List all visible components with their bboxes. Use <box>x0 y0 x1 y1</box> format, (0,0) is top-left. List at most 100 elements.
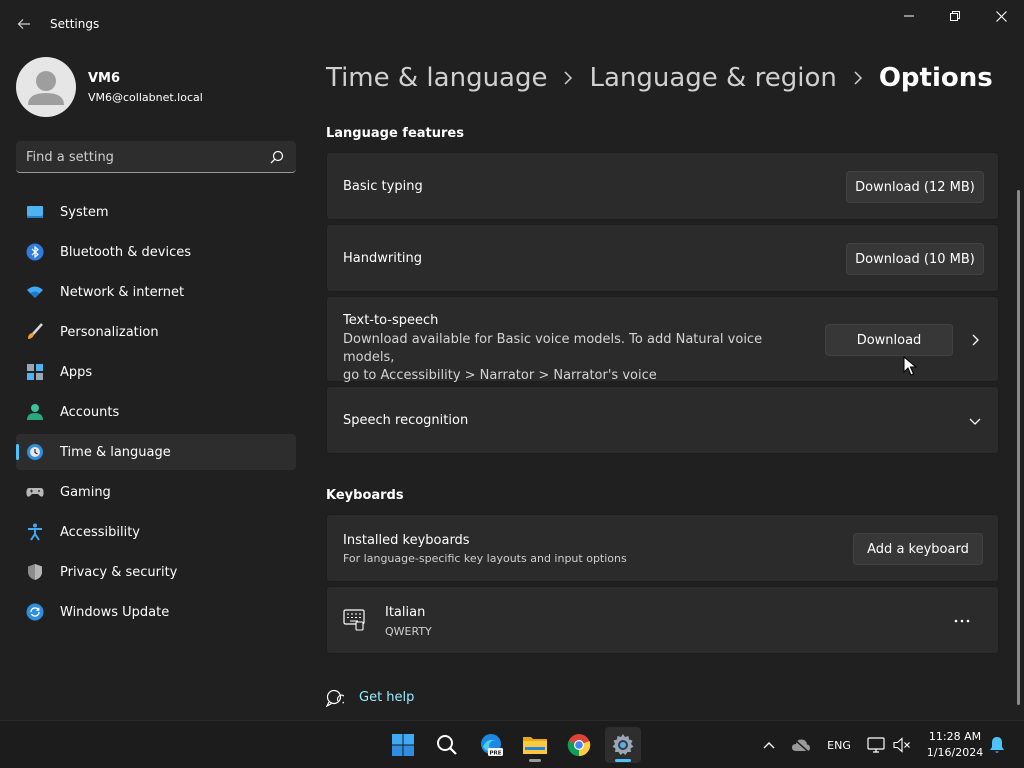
sidebar-item-label: Network & internet <box>60 284 185 300</box>
start-button[interactable] <box>385 727 421 763</box>
sidebar-item-system[interactable]: System <box>16 194 296 230</box>
search-icon[interactable] <box>270 150 284 164</box>
folder-icon <box>523 737 547 754</box>
minimize-button[interactable] <box>886 0 932 32</box>
more-options-icon <box>954 619 970 623</box>
show-hidden-icons-button[interactable] <box>758 721 780 768</box>
sidebar-item-apps[interactable]: Apps <box>16 354 296 390</box>
chrome-button[interactable] <box>561 727 597 763</box>
update-icon <box>26 603 44 621</box>
profile-name: VM6 <box>88 71 121 86</box>
sidebar-item-label: System <box>60 204 109 220</box>
sidebar-item-label: Accounts <box>60 404 120 420</box>
volume-button[interactable] <box>890 721 914 768</box>
breadcrumb-item-language-region[interactable]: Language & region <box>589 63 836 93</box>
installed-keyboards-card: Installed keyboards For language-specifi… <box>326 514 999 582</box>
sidebar-item-accounts[interactable]: Accounts <box>16 394 296 430</box>
chevron-down-icon[interactable] <box>967 413 983 429</box>
sidebar-item-windows-update[interactable]: Windows Update <box>16 594 296 630</box>
shield-icon <box>28 564 42 580</box>
basic-typing-download-button[interactable]: Download (12 MB) <box>846 171 984 203</box>
bluetooth-icon <box>26 243 44 261</box>
chevron-right-icon <box>563 71 573 85</box>
file-explorer-button[interactable] <box>517 727 553 763</box>
taskbar-search-button[interactable] <box>429 727 465 763</box>
clock[interactable]: 11:28 AM 1/16/2024 <box>918 729 992 761</box>
search-input[interactable] <box>26 147 266 167</box>
title-bar: Settings <box>0 0 1024 48</box>
text-to-speech-description-line: go to Accessibility > Narrator > Narrato… <box>343 368 657 383</box>
back-button[interactable] <box>10 12 38 36</box>
text-to-speech-description: Download available for Basic voice model… <box>343 331 813 385</box>
volume-muted-icon <box>893 737 910 753</box>
chevron-up-icon <box>763 742 775 749</box>
restore-button[interactable] <box>932 0 978 32</box>
apps-icon <box>27 364 43 380</box>
gear-icon <box>612 734 634 755</box>
keyboard-more-button[interactable] <box>942 605 982 637</box>
speech-recognition-title: Speech recognition <box>343 413 469 428</box>
bell-icon <box>990 737 1004 753</box>
close-button[interactable] <box>978 0 1024 32</box>
close-icon <box>995 10 1007 22</box>
onedrive-button[interactable] <box>788 721 814 768</box>
sidebar-nav: System Bluetooth & devices Network & int… <box>16 194 296 634</box>
settings-app-button[interactable] <box>605 727 641 763</box>
system-icon <box>27 206 43 218</box>
windows-logo-icon <box>392 734 414 756</box>
keyboard-layout: QWERTY <box>385 625 432 638</box>
section-heading-keyboards: Keyboards <box>326 488 404 503</box>
network-status-button[interactable] <box>864 721 888 768</box>
brush-icon <box>28 323 43 339</box>
user-profile[interactable]: VM6 VM6@collabnet.local <box>16 57 296 117</box>
chrome-icon <box>567 734 591 757</box>
keyboard-item: Italian QWERTY <box>326 586 999 654</box>
text-to-speech-card[interactable]: Text-to-speech Download available for Ba… <box>326 296 999 385</box>
breadcrumb: Time & language Language & region Option… <box>326 58 993 98</box>
search-box <box>16 141 296 173</box>
network-icon <box>867 737 885 753</box>
handwriting-card: Handwriting Download (10 MB) <box>326 224 999 292</box>
sidebar-item-privacy[interactable]: Privacy & security <box>16 554 296 590</box>
accessibility-icon <box>28 523 42 541</box>
input-language-indicator[interactable]: ENG <box>822 721 856 768</box>
sidebar-item-gaming[interactable]: Gaming <box>16 474 296 510</box>
edge-beta-button[interactable]: PRE <box>473 727 509 763</box>
handwriting-download-button[interactable]: Download (10 MB) <box>846 243 984 275</box>
sidebar-item-bluetooth[interactable]: Bluetooth & devices <box>16 234 296 270</box>
notifications-button[interactable] <box>986 721 1008 768</box>
time-language-icon <box>27 444 43 460</box>
add-keyboard-button[interactable]: Add a keyboard <box>853 533 983 565</box>
clock-time: 11:28 AM <box>928 730 982 743</box>
cloud-offline-icon <box>792 738 810 752</box>
speech-recognition-card[interactable]: Speech recognition <box>326 386 999 454</box>
sidebar-item-accessibility[interactable]: Accessibility <box>16 514 296 550</box>
help-chat-icon <box>326 689 344 707</box>
chevron-right-icon[interactable] <box>967 332 983 348</box>
sidebar-item-label: Privacy & security <box>60 564 178 580</box>
keyboard-name: Italian <box>385 605 426 620</box>
sidebar-item-time-language[interactable]: Time & language <box>16 434 296 470</box>
scrollbar-thumb[interactable] <box>1017 190 1020 705</box>
svg-text:PRE: PRE <box>489 751 501 757</box>
page-title: Options <box>878 63 993 93</box>
profile-email: VM6@collabnet.local <box>88 91 203 104</box>
text-to-speech-description-line: Download available for Basic voice model… <box>343 332 763 365</box>
active-indicator <box>615 759 631 762</box>
text-to-speech-download-button[interactable]: Download <box>825 324 953 356</box>
minimize-icon <box>904 15 914 17</box>
sidebar-item-personalization[interactable]: Personalization <box>16 314 296 350</box>
accounts-icon <box>27 404 43 420</box>
sidebar-item-label: Accessibility <box>60 524 140 540</box>
avatar <box>16 57 76 117</box>
sidebar-item-label: Windows Update <box>60 604 170 620</box>
keyboard-icon <box>343 609 365 631</box>
text-to-speech-title: Text-to-speech <box>343 313 439 328</box>
breadcrumb-item-time-language[interactable]: Time & language <box>326 63 547 93</box>
chevron-right-icon <box>853 71 863 85</box>
sidebar-item-network[interactable]: Network & internet <box>16 274 296 310</box>
user-silhouette-icon <box>28 71 64 105</box>
sidebar-item-label: Gaming <box>60 484 111 500</box>
gamepad-icon <box>26 488 44 497</box>
taskbar: PRE ENG 11:28 AM 1/16/2024 <box>0 720 1024 768</box>
